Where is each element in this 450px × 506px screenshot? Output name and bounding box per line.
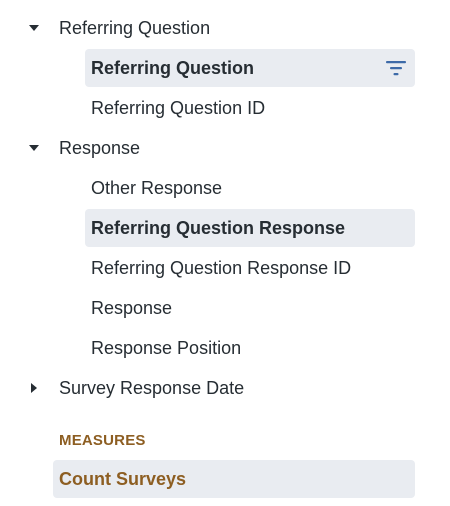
filter-icon[interactable] xyxy=(385,59,407,77)
field-row-container: Referring Question ID xyxy=(0,88,450,128)
caret-down-icon[interactable] xyxy=(27,21,41,35)
field-response[interactable]: Response xyxy=(85,289,415,327)
caret-down-icon[interactable] xyxy=(27,141,41,155)
field-row-container: Other Response xyxy=(0,168,450,208)
field-referring-question-response-id[interactable]: Referring Question Response ID xyxy=(85,249,415,287)
field-response-position[interactable]: Response Position xyxy=(85,329,415,367)
field-row-container: Referring Question xyxy=(0,48,450,88)
field-other-response[interactable]: Other Response xyxy=(85,169,415,207)
field-referring-question-id[interactable]: Referring Question ID xyxy=(85,89,415,127)
group-referring-question[interactable]: Referring Question xyxy=(0,8,450,48)
field-label: Referring Question ID xyxy=(91,97,266,118)
measure-count-surveys[interactable]: Count Surveys xyxy=(53,460,415,498)
field-label: Response Position xyxy=(91,337,242,358)
caret-right-icon[interactable] xyxy=(27,381,41,395)
field-label: Other Response xyxy=(91,177,223,198)
group-label: Survey Response Date xyxy=(59,377,245,398)
group-label: Referring Question xyxy=(59,17,211,38)
field-label: Referring Question Response xyxy=(91,217,346,238)
field-label: Response xyxy=(91,297,173,318)
group-response[interactable]: Response xyxy=(0,128,450,168)
measures-header: MEASURES xyxy=(59,432,146,449)
field-row-container: Referring Question Response xyxy=(0,208,450,248)
field-label: Referring Question xyxy=(91,57,255,78)
field-referring-question[interactable]: Referring Question xyxy=(85,49,415,87)
group-label: Response xyxy=(59,137,141,158)
field-row-container: Response Position xyxy=(0,328,450,368)
field-row-container: Referring Question Response ID xyxy=(0,248,450,288)
group-survey-response-date[interactable]: Survey Response Date xyxy=(0,368,450,408)
field-row-container: Response xyxy=(0,288,450,328)
field-label: Referring Question Response ID xyxy=(91,257,352,278)
measure-label: Count Surveys xyxy=(59,468,187,489)
field-referring-question-response[interactable]: Referring Question Response xyxy=(85,209,415,247)
